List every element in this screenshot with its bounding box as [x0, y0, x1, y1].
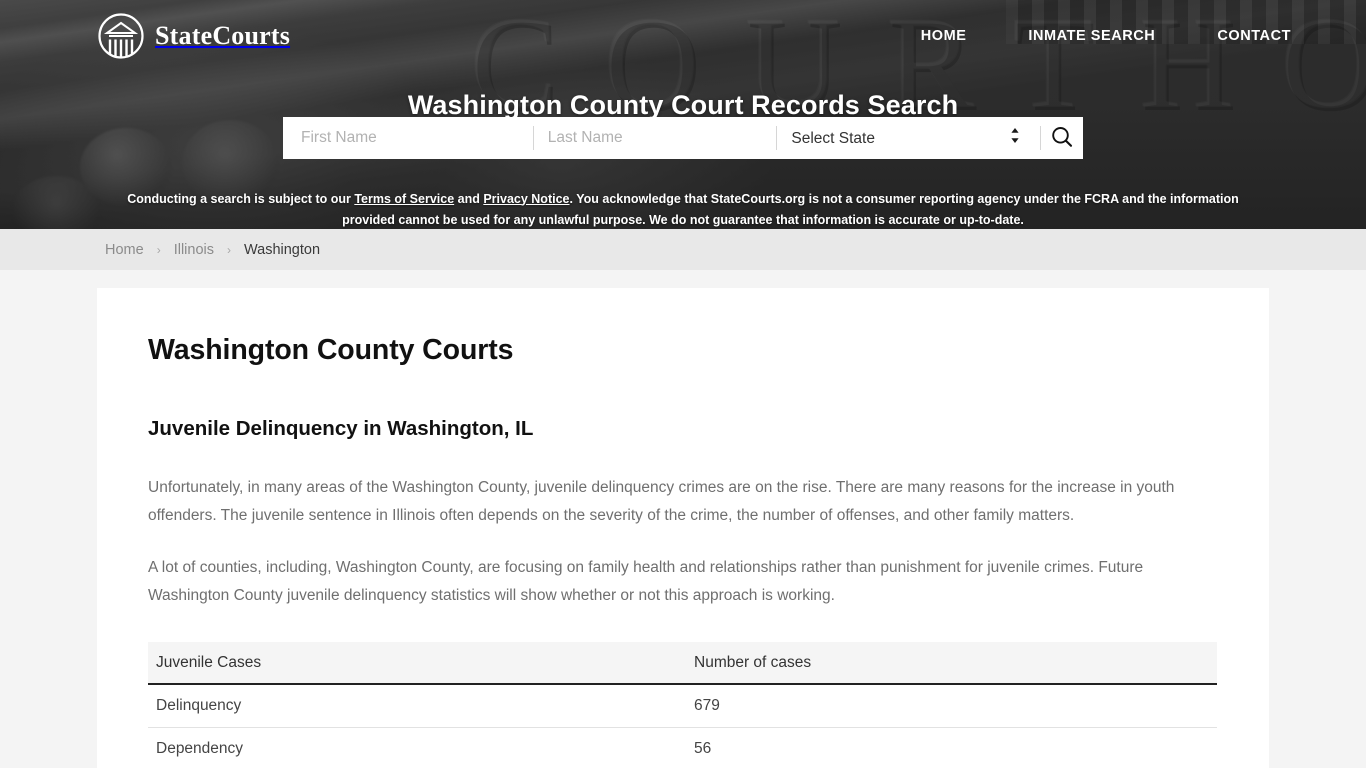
table-cell-count: 679 [686, 684, 1217, 728]
table-column-header-case-type: Juvenile Cases [148, 642, 686, 685]
table-cell-case-type: Dependency [148, 727, 686, 768]
first-name-input[interactable] [283, 117, 533, 159]
nav-item-contact[interactable]: CONTACT [1217, 28, 1291, 44]
terms-of-service-link[interactable]: Terms of Service [354, 192, 454, 206]
breadcrumb-item-washington: Washington [243, 241, 321, 258]
breadcrumb-item-illinois[interactable]: Illinois [174, 242, 214, 258]
body-paragraph-1: Unfortunately, in many areas of the Wash… [148, 479, 1175, 524]
nav-item-home[interactable]: HOME [921, 28, 967, 44]
privacy-notice-link[interactable]: Privacy Notice [483, 192, 569, 206]
nav-item-inmate-search[interactable]: INMATE SEARCH [1028, 28, 1155, 44]
courthouse-circle-logo-icon [97, 12, 145, 60]
table-row: Delinquency 679 [148, 684, 1217, 728]
juvenile-cases-table: Juvenile Cases Number of cases Delinquen… [148, 642, 1217, 768]
brand-logo-link[interactable]: StateCourts [97, 12, 290, 60]
table-header-row: Juvenile Cases Number of cases [148, 642, 1217, 685]
breadcrumb-bar: Home › Illinois › Washington [0, 229, 1366, 270]
table-column-header-count: Number of cases [686, 642, 1217, 685]
disclaimer-text-1: Conducting a search is subject to our [127, 191, 355, 206]
hero-banner: COURTHOUSE S [0, 0, 1366, 229]
site-header: StateCourts HOME INMATE SEARCH CONTACT [0, 0, 1366, 71]
chevron-right-icon: › [226, 242, 231, 257]
breadcrumb-item-home[interactable]: Home [105, 242, 144, 258]
page-title: Washington County Courts [148, 334, 514, 366]
main-navigation: HOME INMATE SEARCH CONTACT [921, 28, 1291, 44]
search-submit-button[interactable] [1041, 117, 1083, 159]
court-records-search-form: Select State [283, 117, 1083, 159]
table-row: Dependency 56 [148, 727, 1217, 768]
brand-name: StateCourts [155, 20, 291, 50]
disclaimer-text-2: and [454, 191, 484, 206]
search-disclaimer: Conducting a search is subject to our Te… [0, 189, 1366, 230]
search-icon [1050, 125, 1074, 152]
body-paragraph-2: A lot of counties, including, Washington… [148, 559, 1144, 604]
chevron-right-icon: › [156, 242, 161, 257]
section-title: Juvenile Delinquency in Washington, IL [148, 417, 534, 440]
table-cell-count: 56 [686, 727, 1217, 768]
page-body: Washington County Courts Juvenile Delinq… [0, 288, 1366, 768]
breadcrumb: Home › Illinois › Washington [105, 242, 320, 258]
last-name-input[interactable] [533, 117, 777, 159]
content-card: Washington County Courts Juvenile Delinq… [97, 288, 1269, 768]
table-cell-case-type: Delinquency [148, 684, 686, 728]
state-select[interactable]: Select State [777, 117, 1041, 159]
state-select-wrapper: Select State [777, 117, 1041, 159]
